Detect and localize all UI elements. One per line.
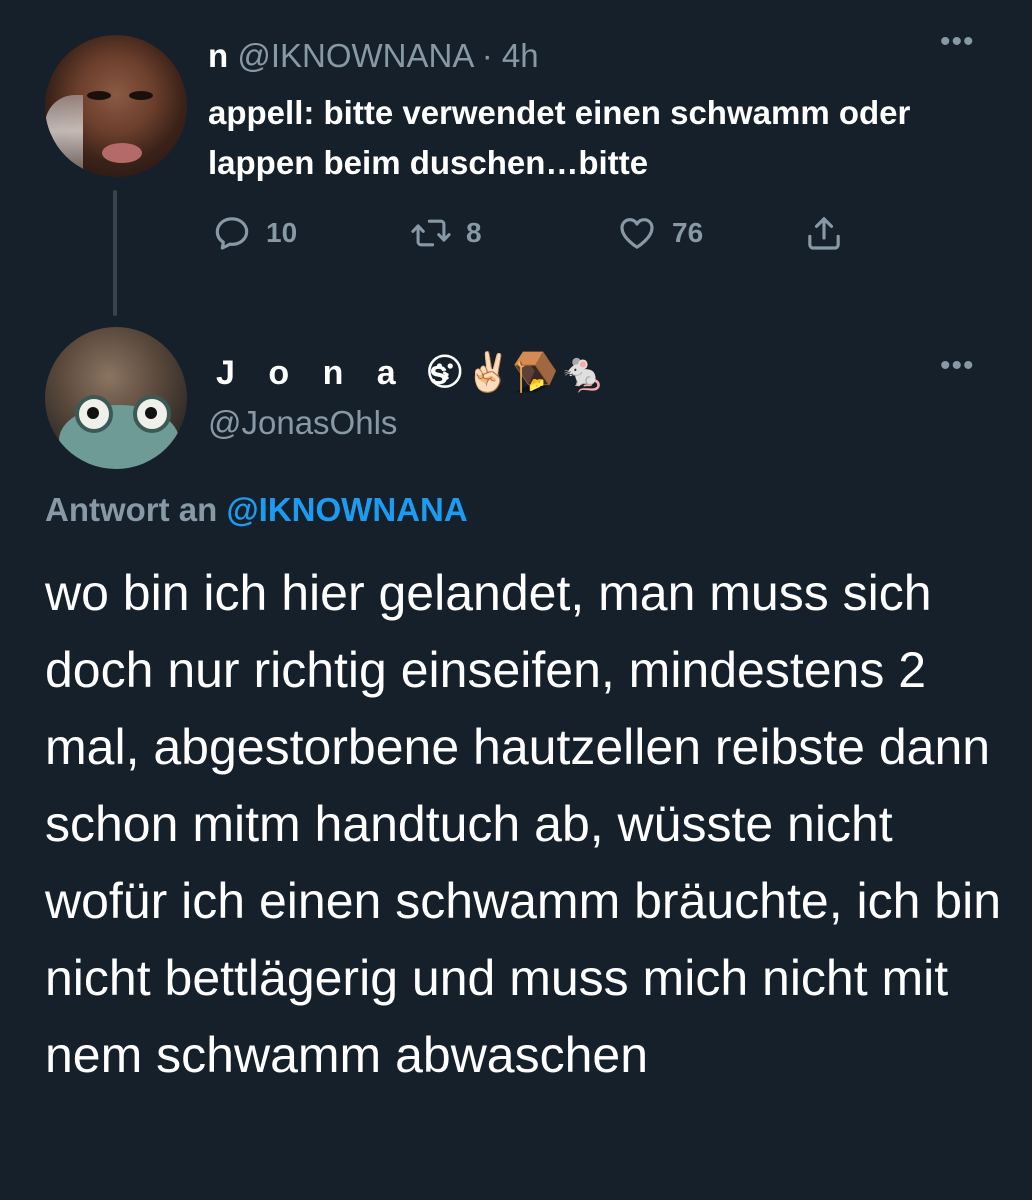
reply-display-name[interactable]: J o n a s [216, 352, 460, 394]
reply-count: 10 [266, 217, 298, 248]
avatar-eye-left [87, 91, 111, 100]
more-icon[interactable]: ••• [940, 27, 975, 57]
retweet-count: 8 [466, 217, 482, 248]
reply-avatar[interactable] [45, 327, 187, 469]
reply-name-emojis: 😗✌🏻🪤🐁 [425, 350, 607, 394]
parent-handle[interactable]: @IKNOWNANA [237, 37, 472, 74]
reply-icon [215, 217, 249, 250]
avatar-hair [45, 95, 83, 177]
more-icon[interactable]: ••• [940, 351, 975, 381]
parent-tweet-header: n @IKNOWNANA · 4h [208, 36, 539, 76]
avatar-frog-eye-left [75, 395, 113, 433]
parent-tweet-actions: 10 8 76 [208, 208, 868, 258]
parent-tweet-text: appell: bitte verwendet einen schwamm od… [208, 94, 911, 181]
parent-display-name[interactable]: n [208, 37, 228, 74]
avatar-lips [102, 143, 142, 163]
retweet-icon [411, 219, 451, 247]
like-count: 76 [672, 217, 704, 248]
reply-tweet-text: wo bin ich hier gelandet, man muss sich … [45, 565, 1002, 1083]
header-separator: · [481, 37, 493, 74]
reply-button[interactable]: 10 [212, 208, 297, 258]
thread-connector-line [113, 190, 117, 316]
replying-to-line: Antwort an @IKNOWNANA [45, 488, 468, 532]
retweet-button[interactable]: 8 [410, 208, 482, 258]
avatar-frog-eye-right [133, 395, 171, 433]
avatar-eye-right [129, 91, 153, 100]
replying-to-mention[interactable]: @IKNOWNANA [227, 491, 468, 528]
reply-handle[interactable]: @JonasOhls [208, 402, 397, 444]
share-button[interactable] [804, 208, 844, 258]
share-icon [808, 217, 840, 250]
replying-to-label: Antwort an [45, 491, 218, 528]
parent-avatar[interactable] [45, 35, 187, 177]
heart-icon [620, 218, 654, 249]
like-button[interactable]: 76 [616, 208, 703, 258]
parent-timestamp[interactable]: 4h [502, 37, 539, 74]
